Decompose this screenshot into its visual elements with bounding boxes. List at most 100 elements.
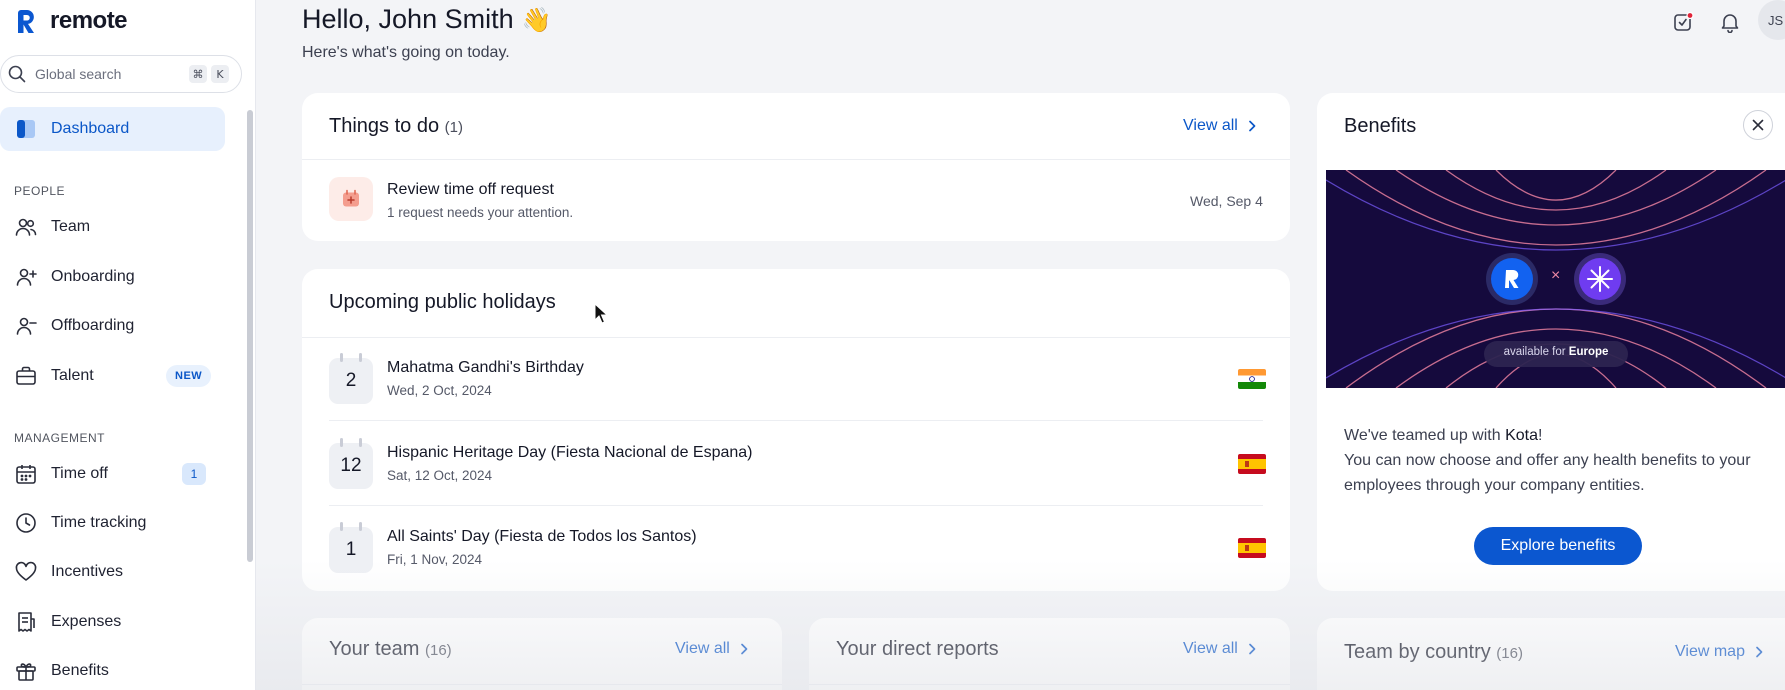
sidebar-item-time-off[interactable]: Time off 1	[0, 452, 225, 496]
sidebar-item-label: Talent	[51, 367, 94, 384]
new-badge: NEW	[166, 365, 212, 387]
card-title-count: (16)	[1496, 645, 1523, 662]
todo-subtitle: 1 request needs your attention.	[387, 205, 574, 220]
card-title: Things to do (1)	[329, 115, 463, 138]
card-divider	[302, 684, 782, 685]
holiday-name: Mahatma Gandhi's Birthday	[387, 359, 584, 376]
receipt-icon	[14, 610, 38, 634]
team-icon	[14, 215, 38, 239]
calendar-date-icon: 12	[329, 438, 373, 489]
sidebar: remote ⌘ K Dashboard PEOPLE Team Onboard…	[0, 0, 256, 690]
shortcut-k-key: K	[211, 65, 229, 83]
partner-name: Kota	[1505, 427, 1538, 444]
availability-region: Europe	[1568, 346, 1609, 358]
chevron-right-icon	[740, 643, 748, 655]
sidebar-item-time-tracking[interactable]: Time tracking	[0, 501, 225, 545]
sidebar-item-label: Benefits	[51, 662, 109, 679]
view-map-link[interactable]: View map	[1675, 643, 1763, 661]
brand-logo[interactable]: remote	[12, 6, 128, 36]
sidebar-item-label: Expenses	[51, 613, 122, 630]
holiday-date: Wed, 2 Oct, 2024	[387, 383, 492, 398]
spain-flag-icon	[1238, 454, 1266, 474]
public-holidays-card: Upcoming public holidays 2 Mahatma Gandh…	[302, 269, 1290, 591]
sidebar-item-team[interactable]: Team	[0, 205, 225, 249]
explore-benefits-button[interactable]: Explore benefits	[1474, 527, 1642, 565]
bell-icon[interactable]	[1716, 8, 1744, 36]
card-divider	[302, 337, 1290, 338]
user-plus-icon	[14, 265, 38, 289]
section-label-people: PEOPLE	[14, 184, 66, 198]
heart-icon	[14, 560, 38, 584]
sidebar-item-label: Team	[51, 218, 91, 235]
benefits-line1-suffix: !	[1537, 427, 1543, 444]
sidebar-item-onboarding[interactable]: Onboarding	[0, 255, 225, 299]
benefits-description: We've teamed up with Kota! You can now c…	[1344, 423, 1764, 498]
direct-reports-card: Your direct reports View all	[809, 618, 1290, 690]
search-input[interactable]	[35, 66, 185, 82]
things-to-do-card: Things to do (1) View all Review time of…	[302, 93, 1290, 241]
sidebar-item-label: Dashboard	[51, 120, 130, 137]
chevron-right-icon	[1756, 646, 1763, 658]
card-title: Your direct reports	[836, 638, 999, 660]
calendar-icon	[14, 462, 38, 486]
chevron-right-icon	[1248, 120, 1256, 132]
benefits-line2: You can now choose and offer any health …	[1344, 452, 1751, 494]
holiday-date: Sat, 12 Oct, 2024	[387, 468, 493, 483]
clock-icon	[14, 511, 38, 535]
holiday-date: Fri, 1 Nov, 2024	[387, 552, 483, 567]
greeting-text: Hello, John Smith	[302, 4, 514, 34]
global-search[interactable]: ⌘ K	[0, 55, 242, 93]
availability-prefix: available for	[1503, 346, 1569, 358]
sidebar-item-label: Offboarding	[51, 317, 135, 334]
close-button[interactable]	[1743, 110, 1773, 140]
card-divider	[809, 684, 1290, 685]
todo-date: Wed, Sep 4	[1190, 193, 1263, 209]
view-all-label: View all	[1183, 117, 1238, 134]
card-title-text: Team by country	[1344, 641, 1491, 663]
user-minus-icon	[14, 314, 38, 338]
card-title-count: (1)	[444, 119, 463, 136]
sidebar-item-benefits[interactable]: Benefits	[0, 649, 225, 690]
card-title-text: Things to do	[329, 115, 440, 137]
holiday-name: Hispanic Heritage Day (Fiesta Nacional d…	[387, 444, 753, 461]
card-title: Upcoming public holidays	[329, 291, 556, 313]
view-map-label: View map	[1675, 643, 1745, 660]
sidebar-scrollbar[interactable]	[247, 110, 253, 562]
gift-icon	[14, 659, 38, 683]
view-all-link[interactable]: View all	[675, 640, 748, 658]
view-all-link[interactable]: View all	[1183, 640, 1256, 658]
benefits-banner[interactable]: × available for Europe	[1326, 170, 1785, 388]
sidebar-item-incentives[interactable]: Incentives	[0, 550, 225, 594]
sidebar-item-label: Time off	[51, 465, 108, 482]
section-label-management: MANAGEMENT	[14, 431, 106, 445]
view-all-label: View all	[1183, 640, 1238, 657]
spain-flag-icon	[1238, 538, 1266, 558]
tasks-notification-icon[interactable]	[1669, 8, 1697, 36]
view-all-link[interactable]: View all	[1183, 117, 1256, 135]
card-title-count: (16)	[425, 642, 452, 659]
benefits-line1-prefix: We've teamed up with	[1344, 427, 1506, 444]
sidebar-item-expenses[interactable]: Expenses	[0, 600, 225, 644]
brand-name: remote	[50, 7, 128, 34]
waving-hand-emoji: 👋	[521, 5, 552, 34]
your-team-card: Your team (16) View all	[302, 618, 782, 690]
benefits-card: Benefits × available for Europe We've te…	[1317, 93, 1785, 591]
sidebar-item-dashboard[interactable]: Dashboard	[0, 107, 225, 151]
sidebar-item-offboarding[interactable]: Offboarding	[0, 304, 225, 348]
mouse-pointer-icon	[594, 302, 609, 330]
count-badge: 1	[182, 463, 206, 485]
sidebar-item-talent[interactable]: Talent NEW	[0, 354, 225, 398]
user-avatar[interactable]: JS	[1758, 0, 1785, 40]
shortcut-cmd-key: ⌘	[189, 65, 207, 83]
card-divider	[302, 159, 1290, 160]
view-all-label: View all	[675, 640, 730, 657]
remote-logo-icon	[12, 7, 40, 35]
page-title: Hello, John Smith 👋	[302, 4, 552, 35]
india-flag-icon	[1238, 369, 1266, 389]
todo-title: Review time off request	[387, 181, 554, 198]
holiday-name: All Saints' Day (Fiesta de Todos los San…	[387, 528, 697, 545]
sidebar-item-label: Onboarding	[51, 268, 135, 285]
chevron-right-icon	[1248, 643, 1256, 655]
search-icon	[8, 65, 26, 83]
team-by-country-card: Team by country (16) View map	[1317, 618, 1785, 690]
